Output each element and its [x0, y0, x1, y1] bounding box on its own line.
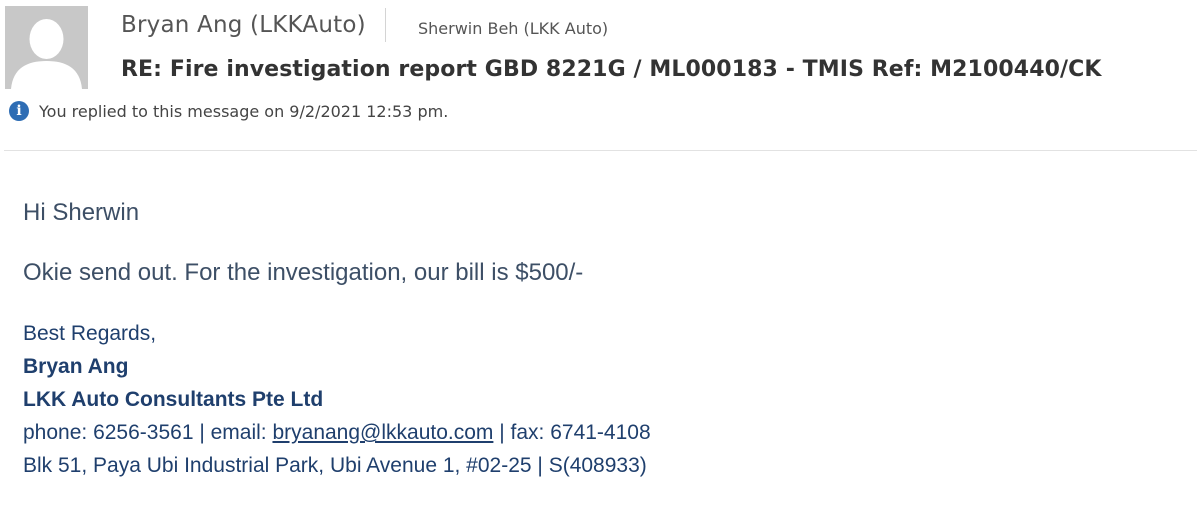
signature-name: Bryan Ang	[23, 355, 129, 378]
signature-phone: phone: 6256-3561 | email:	[23, 421, 273, 444]
signature-email-link[interactable]: bryanang@lkkauto.com	[272, 421, 493, 444]
info-icon: i	[9, 101, 29, 121]
reply-info-bar[interactable]: i You replied to this message on 9/2/202…	[9, 101, 448, 121]
recipient-name[interactable]: Sherwin Beh (LKK Auto)	[418, 19, 608, 38]
reply-info-text: You replied to this message on 9/2/2021 …	[39, 101, 449, 121]
message-text: Okie send out. For the investigation, ou…	[23, 259, 584, 286]
signature-closing: Best Regards,	[23, 322, 157, 345]
sender-name[interactable]: Bryan Ang (LKKAuto)	[121, 12, 366, 38]
header-separator	[385, 8, 386, 42]
greeting-text: Hi Sherwin	[23, 199, 140, 226]
signature-contact-line: phone: 6256-3561 | email: bryanang@lkkau…	[23, 416, 651, 449]
message-header: Bryan Ang (LKKAuto) Sherwin Beh (LKK Aut…	[0, 0, 1199, 151]
message-body: Hi Sherwin Okie send out. For the invest…	[23, 196, 651, 482]
email-signature: Best Regards, Bryan Ang LKK Auto Consult…	[23, 317, 651, 482]
signature-address: Blk 51, Paya Ubi Industrial Park, Ubi Av…	[23, 454, 647, 477]
signature-company: LKK Auto Consultants Pte Ltd	[23, 388, 324, 411]
signature-fax: | fax: 6741-4108	[493, 421, 651, 444]
message-subject: RE: Fire investigation report GBD 8221G …	[121, 57, 1102, 82]
sender-avatar[interactable]	[5, 6, 88, 89]
person-silhouette-icon	[5, 6, 88, 89]
header-divider	[4, 150, 1197, 151]
